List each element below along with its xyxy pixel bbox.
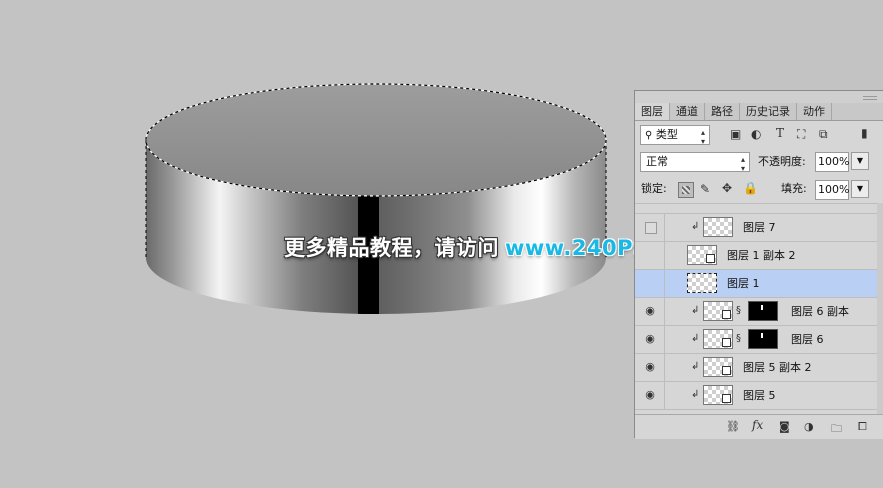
- eye-icon[interactable]: ◉: [643, 361, 657, 373]
- opacity-input[interactable]: 100%: [815, 152, 849, 172]
- eye-icon[interactable]: ◉: [643, 333, 657, 345]
- layer-row-selected[interactable]: 图层 1: [635, 269, 878, 298]
- folder-icon[interactable]: 🗀: [831, 420, 842, 439]
- shape-filter-icon[interactable]: ⛶: [797, 127, 805, 142]
- layer-row[interactable]: ↲ 图层 7: [635, 213, 878, 242]
- lock-all-icon[interactable]: 🔒: [743, 181, 758, 195]
- layers-list: ↲ 图层 7 图层 1 副本 2 图层 1 ◉ ↲ § 图层 6 副本 ◉ ↲: [635, 203, 883, 414]
- eye-icon[interactable]: ◉: [643, 305, 657, 317]
- layer-thumbnail: [703, 301, 733, 321]
- layer-row[interactable]: ◉ ↲ § 图层 6: [635, 325, 878, 354]
- tab-channels[interactable]: 通道: [670, 103, 705, 120]
- clip-arrow-icon: ↲: [691, 221, 700, 232]
- chevron-down-icon[interactable]: ▼: [851, 180, 869, 198]
- layer-thumbnail: [687, 273, 717, 293]
- layer-mask-thumbnail[interactable]: [748, 301, 778, 321]
- smart-object-icon: [722, 366, 731, 375]
- watermark-text: 更多精品教程，请访问: [284, 236, 499, 260]
- link-chain-icon[interactable]: §: [736, 305, 741, 316]
- layer-row[interactable]: ◉ ↲ 图层 5: [635, 381, 878, 410]
- chevron-down-icon[interactable]: ▼: [851, 152, 869, 170]
- image-filter-icon[interactable]: ▣: [730, 127, 741, 141]
- filter-kind-label: 类型: [655, 128, 678, 141]
- filter-row: ⚲ 类型 ▴ ▾ ▣ ◐ T ⛶ ⧉ ▮: [635, 124, 883, 146]
- blend-mode-value: 正常: [646, 155, 668, 168]
- blend-mode-select[interactable]: 正常 ▴ ▾: [640, 152, 750, 173]
- lock-position-icon[interactable]: ✥: [722, 181, 732, 195]
- clip-arrow-icon: ↲: [691, 389, 700, 400]
- layer-thumbnail: [687, 245, 717, 265]
- layer-thumbnail: [703, 385, 733, 405]
- fill-label: 填充:: [781, 182, 807, 195]
- layer-name[interactable]: 图层 1: [727, 270, 760, 298]
- layer-name[interactable]: 图层 1 副本 2: [727, 242, 796, 270]
- layer-row[interactable]: ◉ ↲ 图层 5 副本 2: [635, 353, 878, 382]
- lock-row: 锁定: ✎ ✥ 🔒 填充: 100% ▼: [635, 179, 883, 201]
- panel-bottom-toolbar: ⛓ fx ◙ ◑ 🗀 ⧠: [635, 414, 883, 439]
- link-icon[interactable]: ⛓: [726, 420, 740, 433]
- layer-row[interactable]: 图层 1 副本 2: [635, 241, 878, 270]
- clip-arrow-icon: ↲: [691, 305, 700, 316]
- updown-icon: ▴ ▾: [700, 128, 705, 146]
- layer-thumbnail: [703, 217, 733, 237]
- tab-layers[interactable]: 图层: [635, 103, 670, 120]
- grip-icon[interactable]: [863, 96, 877, 100]
- filter-kind-select[interactable]: ⚲ 类型 ▴ ▾: [640, 125, 710, 146]
- tab-paths[interactable]: 路径: [705, 103, 740, 120]
- filter-toggle-icon[interactable]: ▮: [861, 126, 868, 140]
- layer-name[interactable]: 图层 7: [743, 214, 776, 242]
- layer-name[interactable]: 图层 5 副本 2: [743, 354, 812, 382]
- new-layer-icon[interactable]: ⧠: [858, 420, 867, 434]
- layer-name[interactable]: 图层 6 副本: [791, 298, 849, 326]
- layer-name[interactable]: 图层 5: [743, 382, 776, 410]
- cylinder-top: [146, 84, 606, 196]
- layer-row[interactable]: ◉ ↲ § 图层 6 副本: [635, 297, 878, 326]
- layer-name[interactable]: 图层 6: [791, 326, 824, 354]
- fill-input[interactable]: 100%: [815, 180, 849, 200]
- smart-object-icon: [722, 310, 731, 319]
- smart-object-filter-icon[interactable]: ⧉: [819, 127, 828, 142]
- layer-mask-thumbnail[interactable]: [748, 329, 778, 349]
- lock-label: 锁定:: [641, 182, 667, 195]
- type-filter-icon[interactable]: T: [776, 126, 784, 140]
- layers-panel: 图层 通道 路径 历史记录 动作 ⚲ 类型 ▴ ▾ ▣ ◐ T ⛶ ⧉ ▮ 正常 …: [634, 90, 883, 439]
- clip-arrow-icon: ↲: [691, 333, 700, 344]
- layer-thumbnail: [703, 357, 733, 377]
- opacity-label: 不透明度:: [758, 155, 806, 168]
- panel-tabs: 图层 通道 路径 历史记录 动作: [635, 103, 883, 121]
- adjustment-filter-icon[interactable]: ◐: [751, 127, 761, 141]
- tab-history[interactable]: 历史记录: [740, 103, 797, 120]
- lock-image-icon[interactable]: ✎: [700, 182, 710, 196]
- smart-object-icon: [722, 338, 731, 347]
- updown-icon: ▴ ▾: [740, 155, 745, 173]
- adjustment-icon[interactable]: ◑: [804, 420, 814, 433]
- lock-transparent-icon[interactable]: [678, 182, 694, 198]
- fx-icon[interactable]: fx: [752, 418, 763, 432]
- layers-scrollbar[interactable]: [877, 203, 883, 414]
- mask-icon[interactable]: ◙: [779, 420, 790, 433]
- eye-icon[interactable]: ◉: [643, 389, 657, 401]
- clip-arrow-icon: ↲: [691, 361, 700, 372]
- smart-object-icon: [706, 254, 715, 263]
- smart-object-icon: [722, 394, 731, 403]
- link-chain-icon[interactable]: §: [736, 333, 741, 344]
- blend-row: 正常 ▴ ▾ 不透明度: 100% ▼: [635, 151, 883, 173]
- panel-titlebar[interactable]: [635, 91, 883, 103]
- visibility-off-icon[interactable]: [645, 222, 657, 234]
- search-icon: ⚲: [645, 130, 653, 141]
- layer-thumbnail: [703, 329, 733, 349]
- tab-actions[interactable]: 动作: [797, 103, 832, 120]
